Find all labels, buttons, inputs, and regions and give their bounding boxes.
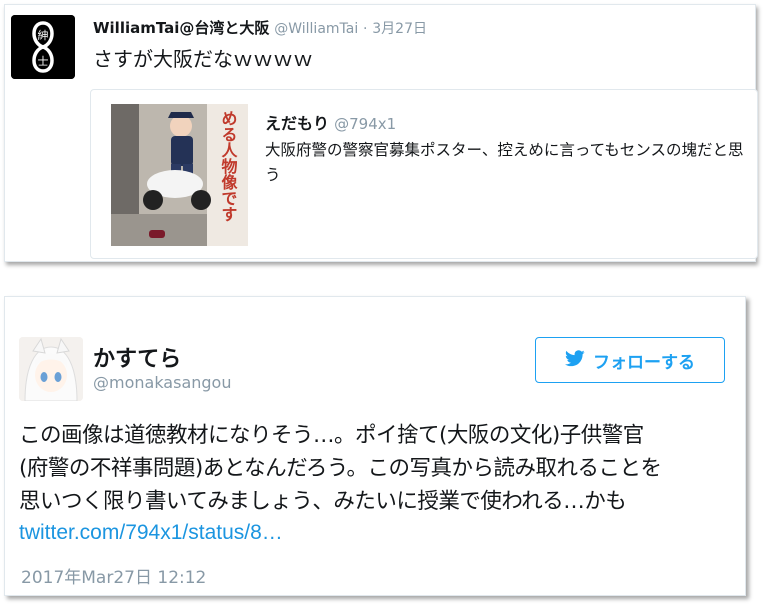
author-name[interactable]: かすてら <box>93 341 181 373</box>
poster-caption: める人物像です <box>219 110 238 222</box>
author-handle[interactable]: @monakasangou <box>93 373 231 392</box>
tweet-card-2: かすてら @monakasangou フォローする この画像は道徳教材になりそう… <box>4 296 746 596</box>
separator-dot: · <box>363 21 368 37</box>
quoted-author-handle[interactable]: @794x1 <box>334 115 396 133</box>
tweet-text-line: (府警の不祥事問題)あとなんだろう。この写真から読み取れることを <box>19 456 662 481</box>
twitter-bird-icon <box>565 349 585 371</box>
follow-button[interactable]: フォローする <box>535 337 725 383</box>
author-avatar-2[interactable] <box>19 337 83 401</box>
tweet-text-line: 思いつく限り書いてみましょう、みたいに授業で使われる…かも <box>19 489 627 514</box>
infinity-crest-icon: 紳 士 <box>11 15 75 79</box>
tweet-card-1: 紳 士 WilliamTai@台湾と大阪 @WilliamTai · 3月27日… <box>4 4 758 262</box>
author-name[interactable]: WilliamTai@台湾と大阪 <box>93 19 269 37</box>
tweet-timestamp[interactable]: 2017年Mar27日 12:12 <box>21 563 206 588</box>
avatar-glyph-bottom: 士 <box>38 55 49 68</box>
tweet-text: さすが大阪だなｗｗｗｗ <box>93 47 313 71</box>
tweet-link[interactable]: twitter.com/794x1/status/8… <box>19 521 283 545</box>
quoted-author: えだもり @794x1 <box>265 110 396 134</box>
author-avatar-1[interactable]: 紳 士 <box>11 15 75 79</box>
quoted-tweet-text: 大阪府警の警察官募集ポスター、控えめに言ってもセンスの塊だと思う <box>265 141 744 184</box>
tweet-date[interactable]: 3月27日 <box>372 21 427 37</box>
follow-label: フォローする <box>593 352 695 373</box>
quoted-tweet-image[interactable]: める人物像です <box>111 104 248 246</box>
avatar-glyph-top: 紳 <box>38 29 49 42</box>
police-poster-photo: める人物像です <box>111 104 248 246</box>
tweet-text: この画像は道徳教材になりそう…。ポイ捨て(大阪の文化)子供警官 (府警の不祥事問… <box>19 419 743 518</box>
tweet-header-1: WilliamTai@台湾と大阪 @WilliamTai · 3月27日 <box>93 17 427 38</box>
quoted-tweet[interactable]: める人物像です えだもり @794x1 大阪府警の警察官募集ポスター、控えめに言… <box>90 89 758 259</box>
anime-girl-avatar-icon <box>19 337 83 401</box>
author-handle[interactable]: @WilliamTai <box>274 21 358 37</box>
quoted-author-name[interactable]: えだもり <box>265 114 329 133</box>
tweet-text-line: この画像は道徳教材になりそう…。ポイ捨て(大阪の文化)子供警官 <box>19 423 644 448</box>
